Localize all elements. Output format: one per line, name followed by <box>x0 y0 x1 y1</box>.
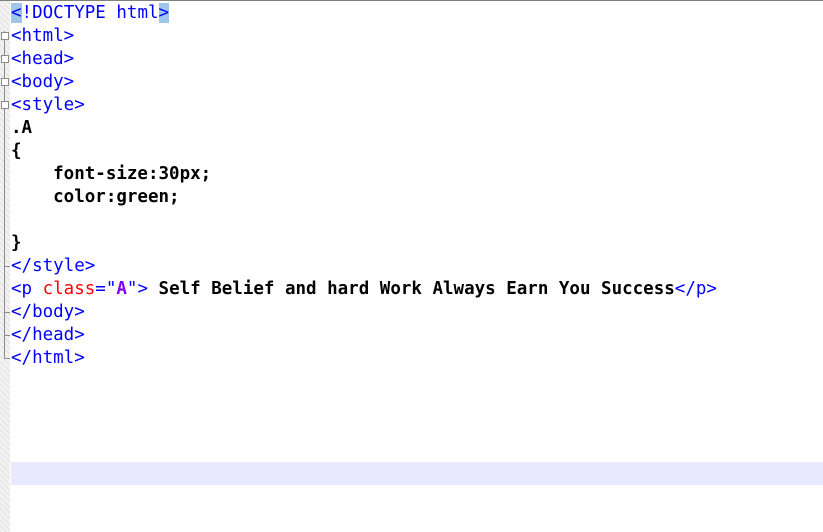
code-line-6[interactable]: .A <box>11 117 717 140</box>
code-line-5[interactable]: <style> <box>11 94 717 117</box>
fold-end-marker <box>4 358 10 359</box>
attribute-close-quote: "> <box>126 279 148 299</box>
code-line-3[interactable]: <head> <box>11 48 717 71</box>
code-line-14[interactable]: </body> <box>11 301 717 324</box>
bracket-match-highlight: > <box>158 3 170 23</box>
code-line-10[interactable] <box>11 209 717 232</box>
code-line-12[interactable]: </style> <box>11 255 717 278</box>
code-line-8[interactable]: font-size:30px; <box>11 163 717 186</box>
code-line-11[interactable]: } <box>11 232 717 255</box>
code-line-9[interactable]: color:green; <box>11 186 717 209</box>
code-line-13[interactable]: <p class="A"> Self Belief and hard Work … <box>11 278 717 301</box>
code-editor[interactable]: <!DOCTYPE html> <html> <head> <body> <st… <box>0 0 823 532</box>
code-line-7[interactable]: { <box>11 140 717 163</box>
current-line-highlight <box>11 462 823 485</box>
attribute-name: class <box>42 279 96 299</box>
code-line-4[interactable]: <body> <box>11 71 717 94</box>
code-line-16[interactable]: </html> <box>11 347 717 370</box>
fold-end-marker <box>4 335 10 336</box>
code-area[interactable]: <!DOCTYPE html> <html> <head> <body> <st… <box>11 2 717 370</box>
fold-end-marker <box>4 266 10 267</box>
paragraph-text: Self Belief and hard Work Always Earn Yo… <box>148 279 675 299</box>
top-border <box>0 0 823 1</box>
doctype-text: !DOCTYPE html <box>21 3 159 23</box>
bracket-match-highlight: < <box>11 3 22 23</box>
p-close-tag: </p> <box>674 279 717 299</box>
attribute-value: A <box>116 279 127 299</box>
code-line-15[interactable]: </head> <box>11 324 717 347</box>
fold-toggle-icon[interactable] <box>1 101 9 109</box>
p-open-tag: <p <box>11 279 43 299</box>
fold-toggle-icon[interactable] <box>1 32 9 40</box>
code-line-1[interactable]: <!DOCTYPE html> <box>11 2 717 25</box>
attribute-equals: =" <box>95 279 117 299</box>
fold-toggle-icon[interactable] <box>1 78 9 86</box>
code-line-2[interactable]: <html> <box>11 25 717 48</box>
fold-toggle-icon[interactable] <box>1 55 9 63</box>
fold-end-marker <box>4 312 10 313</box>
